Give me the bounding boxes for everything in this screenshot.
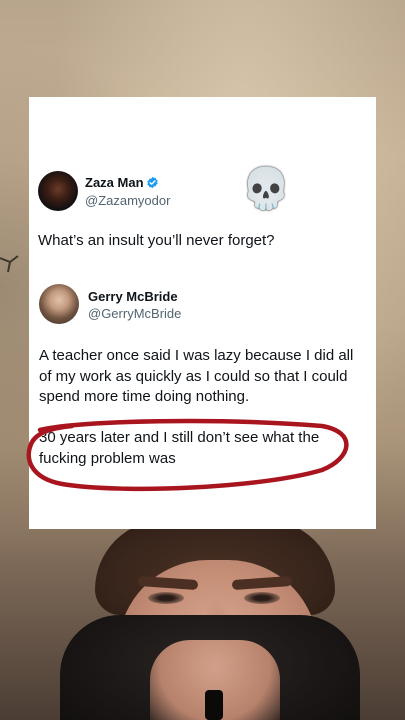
wall-cable bbox=[0, 255, 19, 273]
author-handle[interactable]: @Zazamyodor bbox=[85, 193, 170, 208]
avatar[interactable] bbox=[38, 171, 78, 211]
verified-badge-icon bbox=[147, 176, 158, 189]
author-name[interactable]: Zaza Man bbox=[85, 175, 144, 190]
video-frame: Zaza Man @Zazamyodor 💀 What’s an insult … bbox=[0, 0, 405, 720]
reply-author-name[interactable]: Gerry McBride bbox=[88, 289, 178, 304]
reply-text-paragraph: A teacher once said I was lazy because I… bbox=[39, 347, 354, 405]
avatar[interactable] bbox=[39, 284, 79, 324]
reply-text-punchline: 30 years later and I still don’t see wha… bbox=[39, 429, 320, 467]
skull-emoji-icon: 💀 bbox=[241, 166, 291, 212]
person-left-eye bbox=[148, 592, 184, 604]
jacket-zipper bbox=[205, 690, 223, 720]
person-right-eye bbox=[244, 592, 280, 604]
tweet-screenshot-card: Zaza Man @Zazamyodor 💀 What’s an insult … bbox=[29, 97, 376, 529]
tweet-text: What’s an insult you’ll never forget? bbox=[38, 232, 275, 249]
reply-author-handle[interactable]: @GerryMcBride bbox=[88, 306, 181, 321]
